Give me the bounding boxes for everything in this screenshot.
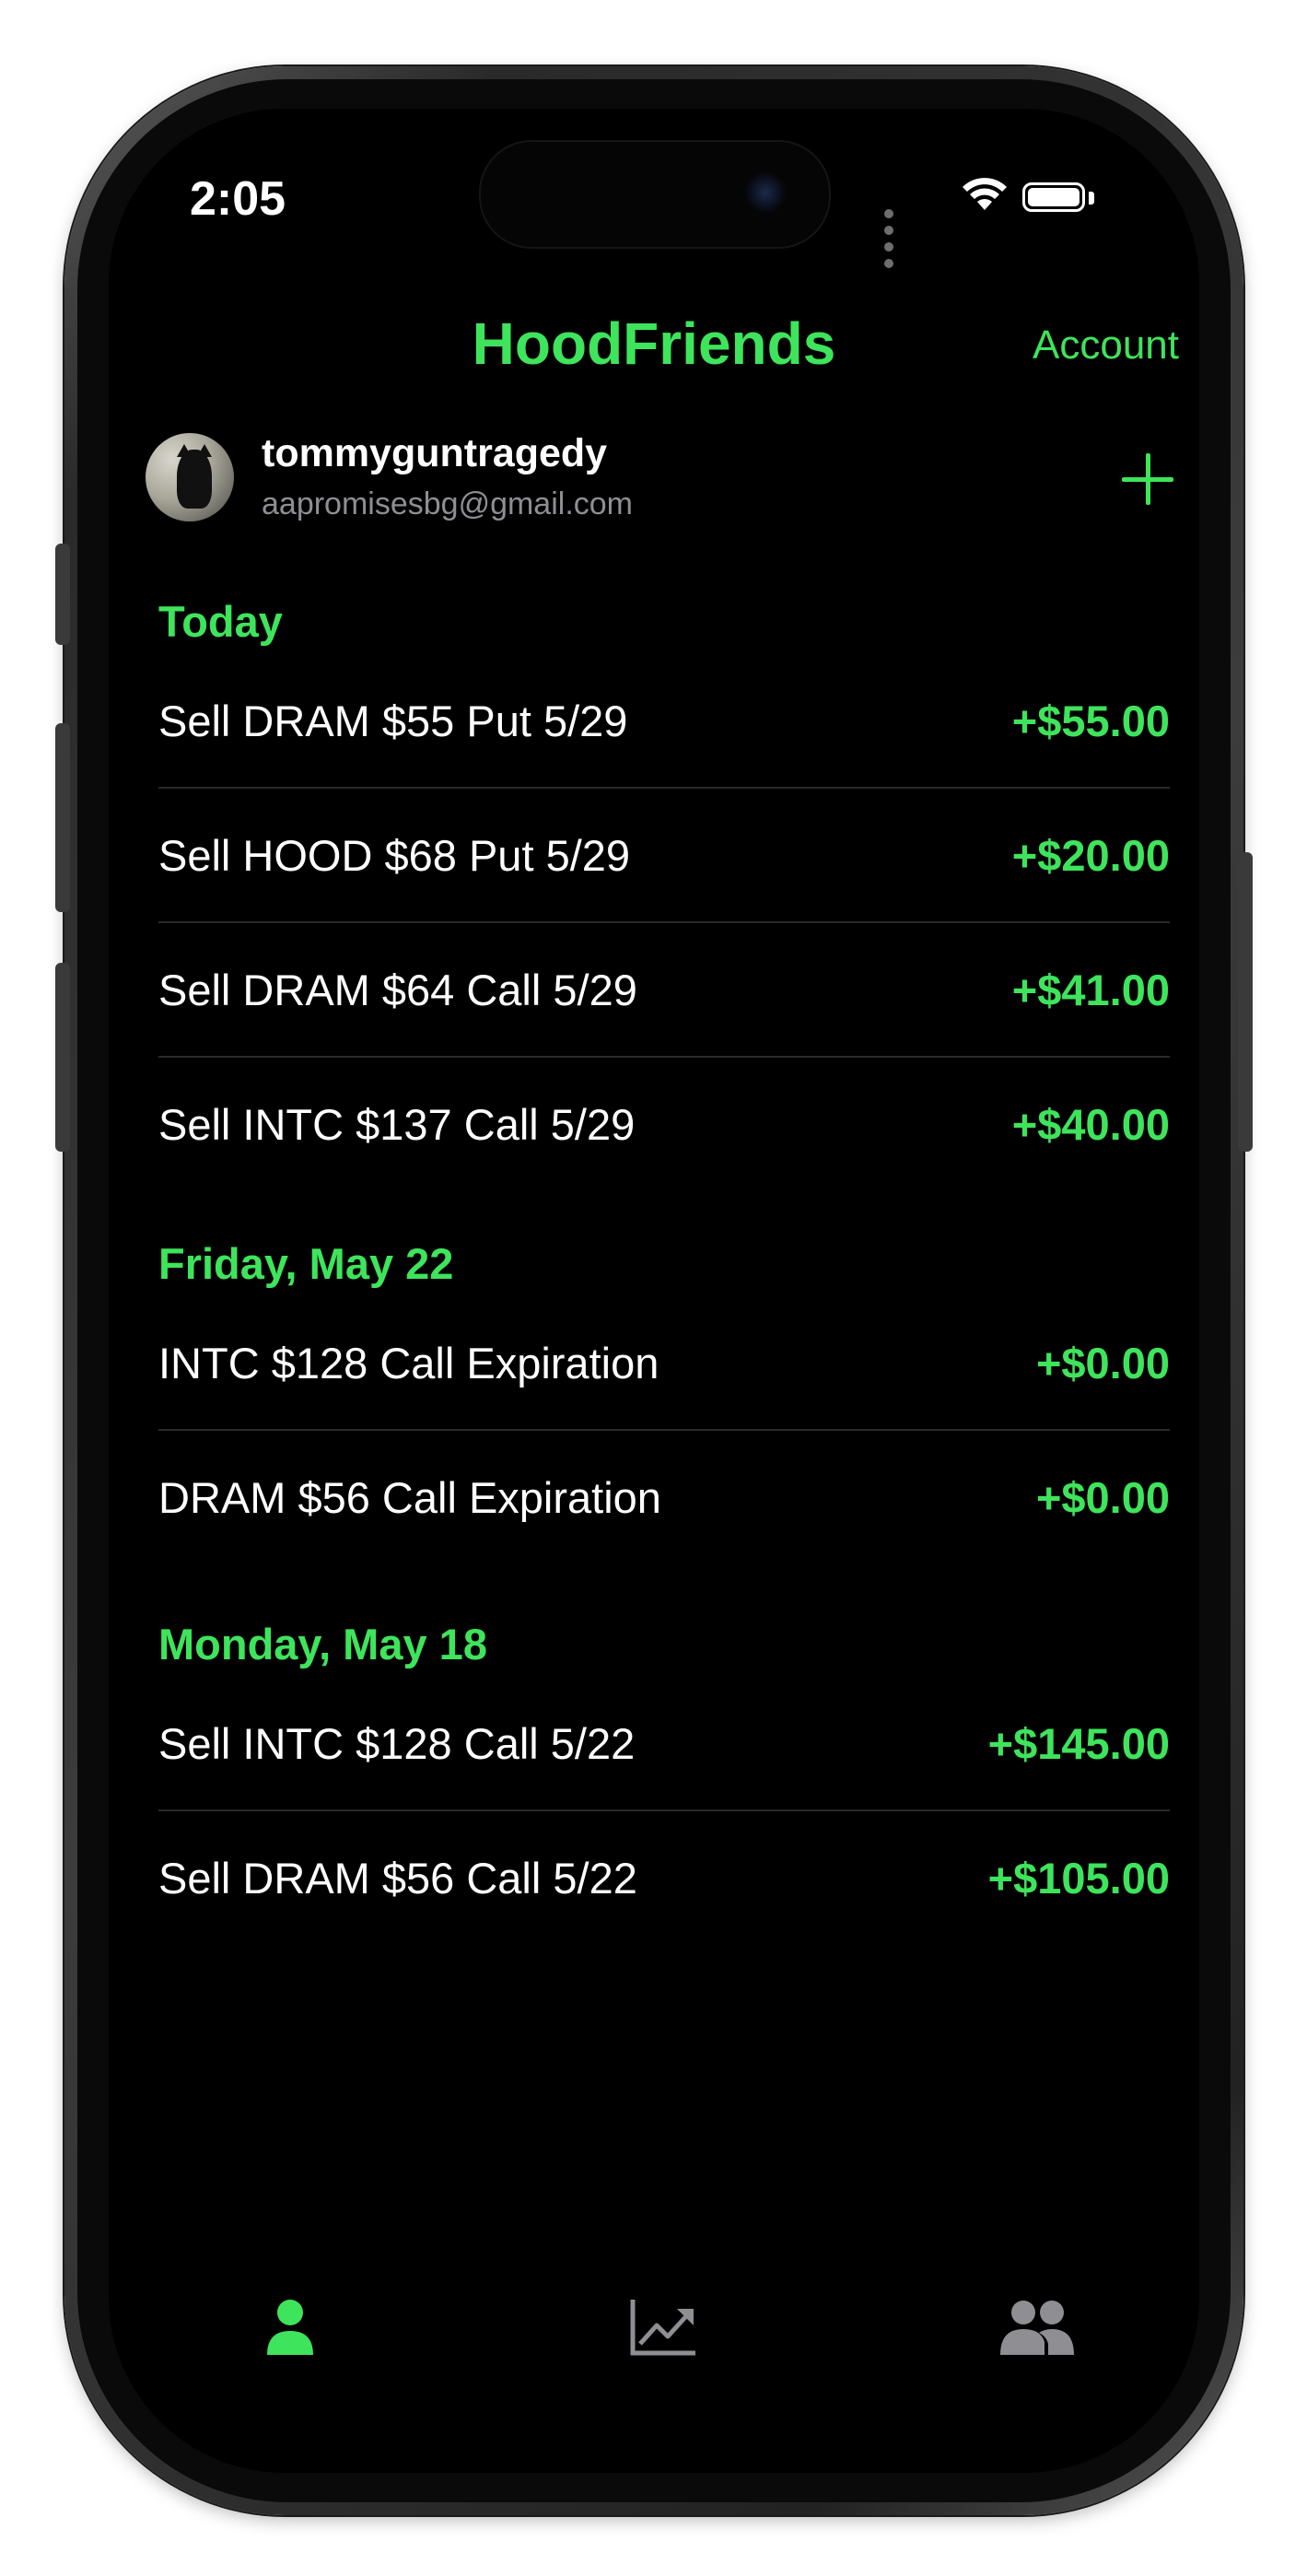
transaction-amount: +$0.00: [1035, 1472, 1170, 1522]
user-email: aapromisesbg@gmail.com: [262, 486, 634, 521]
wifi-icon: [963, 178, 1007, 210]
transaction-row[interactable]: Sell DRAM $56 Call 5/22 +$105.00: [158, 1809, 1170, 1944]
transaction-label: Sell DRAM $55 Put 5/29: [158, 696, 628, 745]
battery-icon: [1022, 182, 1085, 212]
transaction-amount: +$0.00: [1035, 1338, 1170, 1388]
transaction-label: Sell INTC $128 Call 5/22: [158, 1718, 636, 1768]
username: tommyguntragedy: [262, 431, 608, 475]
power-button: [1238, 852, 1253, 1152]
volume-up-button: [55, 723, 70, 912]
transaction-row[interactable]: INTC $128 Call Expiration +$0.00: [158, 1296, 1170, 1429]
transaction-amount: +$40.00: [1011, 1099, 1170, 1149]
app-title: HoodFriends: [472, 310, 836, 377]
transaction-label: Sell HOOD $68 Put 5/29: [158, 830, 631, 880]
transaction-label: Sell DRAM $56 Call 5/22: [158, 1853, 637, 1903]
transaction-row[interactable]: Sell INTC $128 Call 5/22 +$145.00: [158, 1677, 1170, 1809]
transaction-row[interactable]: Sell DRAM $64 Call 5/29 +$41.00: [158, 921, 1170, 1056]
transaction-amount: +$105.00: [987, 1853, 1170, 1903]
status-time: 2:05: [189, 172, 286, 226]
transaction-row[interactable]: Sell DRAM $55 Put 5/29 +$55.00: [158, 654, 1170, 787]
transaction-label: DRAM $56 Call Expiration: [158, 1472, 661, 1522]
transaction-amount: +$41.00: [1011, 965, 1170, 1014]
person-icon[interactable]: [249, 2294, 332, 2359]
transaction-label: Sell DRAM $64 Call 5/29: [158, 965, 637, 1014]
transaction-label: Sell INTC $137 Call 5/29: [158, 1099, 636, 1149]
section-title: Monday, May 18: [158, 1620, 487, 1669]
transaction-row[interactable]: DRAM $56 Call Expiration +$0.00: [158, 1429, 1170, 1563]
section-friday-may-22: Friday, May 22 INTC $128 Call Expiration…: [158, 1232, 1170, 1563]
section-title: Today: [158, 597, 283, 646]
account-button[interactable]: Account: [976, 322, 1179, 369]
transaction-amount: +$55.00: [1011, 696, 1170, 745]
transaction-amount: +$145.00: [987, 1718, 1170, 1768]
transaction-row[interactable]: Sell INTC $137 Call 5/29 +$40.00: [158, 1056, 1170, 1190]
plus-icon[interactable]: [1122, 453, 1173, 505]
action-button: [55, 544, 70, 645]
volume-down-button: [55, 963, 70, 1152]
avatar[interactable]: [146, 433, 234, 521]
chart-icon[interactable]: [622, 2294, 705, 2359]
section-today: Today Sell DRAM $55 Put 5/29 +$55.00 Sel…: [158, 590, 1170, 1190]
section-title: Friday, May 22: [158, 1239, 454, 1288]
transaction-row[interactable]: Sell HOOD $68 Put 5/29 +$20.00: [158, 787, 1170, 921]
friends-icon[interactable]: [995, 2294, 1078, 2359]
battery-tip: [1089, 192, 1094, 205]
transaction-label: INTC $128 Call Expiration: [158, 1338, 659, 1388]
camera-lens: [744, 171, 787, 214]
cellular-signal-icon: [884, 206, 898, 273]
section-monday-may-18: Monday, May 18 Sell INTC $128 Call 5/22 …: [158, 1612, 1170, 1944]
transaction-amount: +$20.00: [1011, 830, 1170, 880]
